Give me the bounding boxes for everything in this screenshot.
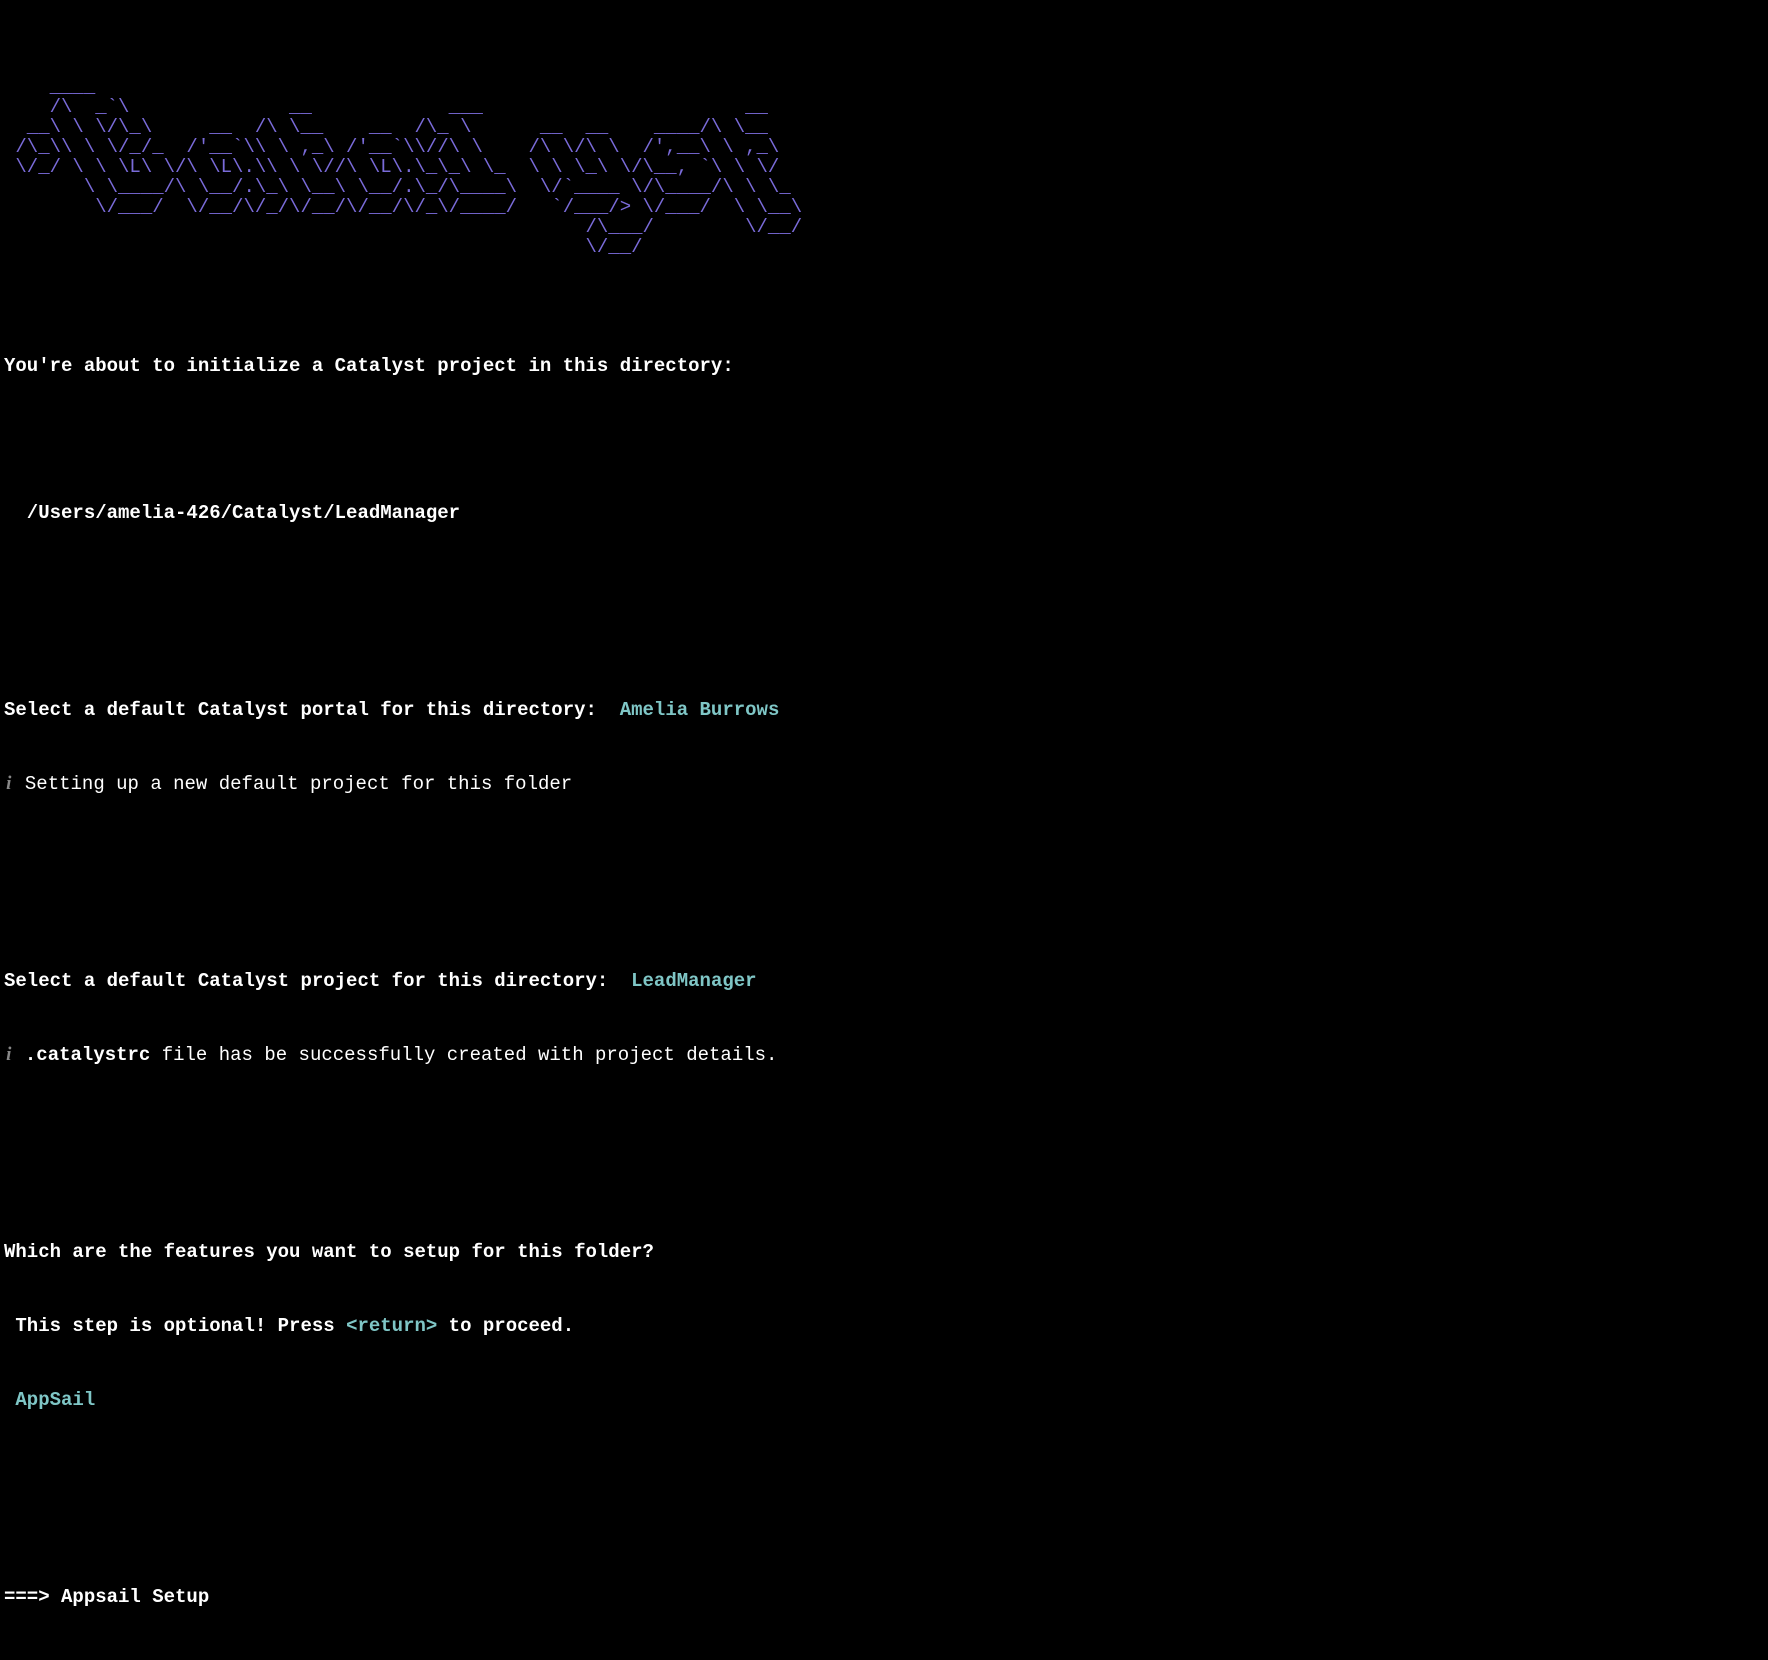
catalyst-ascii-logo: ____ /\ _`\ __ ___ __ __\ \ \/\_\ __ /\ … — [4, 78, 1764, 257]
features-hint-pre: This step is optional! Press — [4, 1315, 346, 1337]
project-prompt-label: Select a default Catalyst project for th… — [4, 970, 608, 992]
features-hint-post: to proceed. — [437, 1315, 574, 1337]
portal-prompt-label: Select a default Catalyst portal for thi… — [4, 699, 597, 721]
init-message: You're about to initialize a Catalyst pr… — [4, 354, 1764, 379]
directory-path: /Users/amelia-426/Catalyst/LeadManager — [4, 501, 1764, 526]
project-selected-value: LeadManager — [631, 970, 756, 992]
portal-info-text: Setting up a new default project for thi… — [25, 773, 572, 795]
features-hint-line: This step is optional! Press <return> to… — [4, 1314, 1764, 1339]
recommended-prompt-line[interactable]: Do you want to get-started with a list o… — [4, 1659, 1764, 1660]
features-question: Which are the features you want to setup… — [4, 1240, 1764, 1265]
catalystrc-info-text: file has be successfully created with pr… — [150, 1044, 777, 1066]
project-prompt-line: Select a default Catalyst project for th… — [4, 969, 1764, 994]
project-info-line: i .catalystrc file has be successfully c… — [4, 1043, 1764, 1068]
portal-info-line: i Setting up a new default project for t… — [4, 772, 1764, 797]
portal-selected-value: Amelia Burrows — [620, 699, 780, 721]
return-key: <return> — [346, 1315, 437, 1337]
catalystrc-filename: .catalystrc — [25, 1044, 150, 1066]
info-icon: i — [4, 1043, 14, 1068]
feature-selected: AppSail — [4, 1388, 1764, 1413]
appsail-setup-header: ===> Appsail Setup — [4, 1585, 1764, 1610]
terminal-viewport[interactable]: ____ /\ _`\ __ ___ __ __\ \ \/\_\ __ /\ … — [4, 4, 1764, 1660]
info-icon: i — [4, 772, 14, 797]
portal-prompt-line: Select a default Catalyst portal for thi… — [4, 698, 1764, 723]
